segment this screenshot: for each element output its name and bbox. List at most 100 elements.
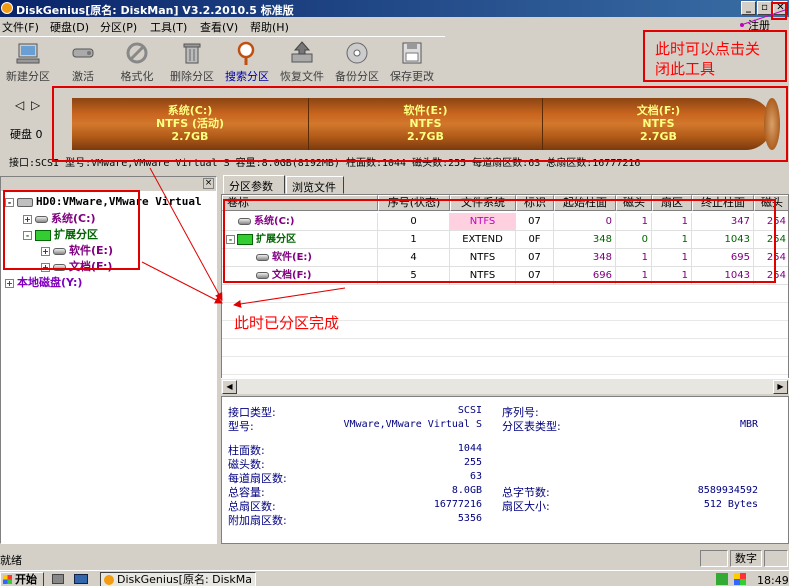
disk-info-line: 接口:SCSI 型号:VMware,VMware Virtual S 容量:8.… (9, 158, 641, 169)
taskbar-item-diskgenius[interactable]: DiskGenius[原名: DiskMa (100, 572, 256, 586)
new-partition-button[interactable]: 新建分区 (2, 39, 54, 87)
annotation-done-hint: 此时已分区完成 (234, 314, 340, 332)
start-label: 开始 (15, 573, 37, 586)
cell-end-cylinder: 695 (692, 249, 754, 267)
partition-icon (256, 253, 269, 261)
extended-partition-icon (237, 233, 253, 245)
maximize-button[interactable]: ▫ (757, 1, 772, 15)
show-desktop-icon[interactable] (74, 574, 88, 584)
menu-help[interactable]: 帮助(H) (250, 19, 289, 35)
cell-start-sector: 1 (652, 249, 692, 267)
partition-segment-f[interactable]: 文档(F:) NTFS 2.7GB (542, 98, 774, 150)
scroll-right-icon[interactable]: ▶ (773, 380, 788, 394)
partition-segment-e[interactable]: 软件(E:) NTFS 2.7GB (308, 98, 542, 150)
column-header-volume[interactable]: 卷标 (222, 195, 378, 211)
column-header-end-head[interactable]: 磁头 (754, 195, 788, 211)
detail-value: MBR (739, 419, 758, 430)
tree-expand-icon[interactable]: + (41, 246, 50, 256)
tree-expand-icon[interactable]: + (5, 278, 14, 288)
column-header-start-head[interactable]: 磁头 (616, 195, 652, 211)
window-title: DiskGenius[原名: DiskMan] V3.2.2010.5 标准版 (16, 4, 294, 17)
activate-button[interactable]: 激活 (57, 39, 109, 87)
format-button[interactable]: 格式化 (111, 39, 163, 87)
column-header-end-cylinder[interactable]: 终止柱面 (692, 195, 754, 211)
menu-partition[interactable]: 分区(P) (100, 19, 137, 35)
tray-app-icon[interactable] (734, 573, 746, 585)
tree-close-button[interactable]: × (203, 178, 214, 189)
close-button[interactable]: ✕ (773, 1, 788, 15)
next-disk-arrow-icon[interactable]: ▷ (31, 98, 40, 112)
title-bar: DiskGenius[原名: DiskMan] V3.2.2010.5 标准版 … (0, 0, 789, 17)
minimize-button[interactable]: _ (741, 1, 756, 15)
recover-files-label: 恢复文件 (280, 70, 324, 83)
tree-collapse-icon[interactable]: - (5, 197, 14, 207)
cell-filesystem: EXTEND (450, 231, 516, 249)
tree-collapse-icon[interactable]: - (23, 230, 32, 240)
column-header-filesystem[interactable]: 文件系统 (450, 195, 516, 211)
tree-node-y[interactable]: + 本地磁盘(Y:) (5, 274, 82, 290)
format-label: 格式化 (120, 70, 154, 83)
scroll-left-icon[interactable]: ◀ (222, 380, 237, 394)
menu-tools[interactable]: 工具(T) (150, 19, 187, 35)
column-header-start-cylinder[interactable]: 起始柱面 (554, 195, 616, 211)
tree-node-hd0[interactable]: - HD0:VMware,VMware Virtual (5, 195, 202, 208)
table-row-extended-volume[interactable]: - 扩展分区 (222, 231, 378, 249)
menu-disk[interactable]: 硬盘(D) (50, 19, 89, 35)
horizontal-scrollbar[interactable]: ◀ ▶ (221, 378, 789, 394)
cell-volume: 软件(E:) (272, 252, 312, 263)
tree-node-extended[interactable]: - 扩展分区 (23, 226, 98, 242)
detail-value: SCSI (457, 405, 482, 416)
detail-value: 1044 (457, 443, 482, 454)
cell-start-head: 1 (616, 267, 652, 285)
activate-label: 激活 (72, 70, 94, 83)
start-button[interactable]: 开始 (0, 572, 44, 586)
partition-icon (256, 271, 269, 279)
tree-node-c[interactable]: + 系统(C:) (23, 210, 96, 226)
cell-start-cylinder: 348 (554, 249, 616, 267)
tree-node-label: 扩展分区 (54, 228, 98, 241)
segment-c-fs: NTFS (活动) (155, 117, 225, 130)
menu-view[interactable]: 查看(V) (200, 19, 238, 35)
app-icon (104, 575, 114, 585)
tree-node-f[interactable]: + 文档(F:) (41, 258, 112, 274)
cell-start-cylinder: 0 (554, 213, 616, 231)
menu-file[interactable]: 文件(F) (2, 19, 39, 35)
segment-e-fs: NTFS (409, 117, 442, 130)
tree-expand-icon[interactable]: + (41, 262, 50, 272)
tree-expand-icon[interactable]: + (23, 214, 32, 224)
backup-partition-button[interactable]: 备份分区 (331, 39, 383, 87)
row-collapse-icon[interactable]: - (226, 234, 235, 244)
partition-segment-c[interactable]: 系统(C:) NTFS (活动) 2.7GB (72, 98, 308, 150)
table-row-f-volume[interactable]: 文档(F:) (222, 267, 378, 285)
delete-partition-button[interactable]: 删除分区 (166, 39, 218, 87)
detail-value: VMware,VMware Virtual S (343, 419, 482, 430)
tab-browse-files[interactable]: 浏览文件 (286, 176, 344, 194)
column-header-id[interactable]: 标识 (516, 195, 554, 211)
table-row-e-volume[interactable]: 软件(E:) (222, 249, 378, 267)
cell-volume: 文档(F:) (272, 270, 312, 281)
extended-partition-icon (35, 229, 51, 241)
prev-disk-arrow-icon[interactable]: ◁ (15, 98, 24, 112)
clock: 18:49 (757, 574, 789, 586)
detail-label: 扇区大小: (502, 500, 550, 513)
recover-files-button[interactable]: 恢复文件 (276, 39, 328, 87)
tree-node-label: 系统(C:) (51, 212, 96, 225)
segment-c-name: 系统(C:) (167, 104, 213, 117)
table-row-c-volume[interactable]: 系统(C:) (222, 213, 378, 231)
cell-start-sector: 1 (652, 213, 692, 231)
numlock-indicator: 数字 (730, 550, 762, 567)
save-changes-button[interactable]: 保存更改 (386, 39, 438, 87)
detail-value: 512 Bytes (703, 499, 758, 510)
register-button[interactable]: 注册 (748, 17, 770, 33)
column-header-index[interactable]: 序号(状态) (378, 195, 450, 211)
tab-partition-params[interactable]: 分区参数 (223, 175, 285, 194)
tree-node-label: 软件(E:) (69, 244, 113, 257)
trash-icon (183, 43, 201, 64)
search-partition-button[interactable]: 搜索分区 (221, 39, 273, 87)
quick-launch-icon[interactable] (52, 574, 64, 584)
toolbar: 新建分区 激活 格式化 删除分区 搜索分区 恢复文件 备份分区 保存更改 (0, 36, 445, 88)
tree-node-e[interactable]: + 软件(E:) (41, 242, 113, 258)
column-header-start-sector[interactable]: 扇区 (652, 195, 692, 211)
tray-network-icon[interactable] (716, 573, 728, 585)
partition-icon (53, 263, 66, 271)
